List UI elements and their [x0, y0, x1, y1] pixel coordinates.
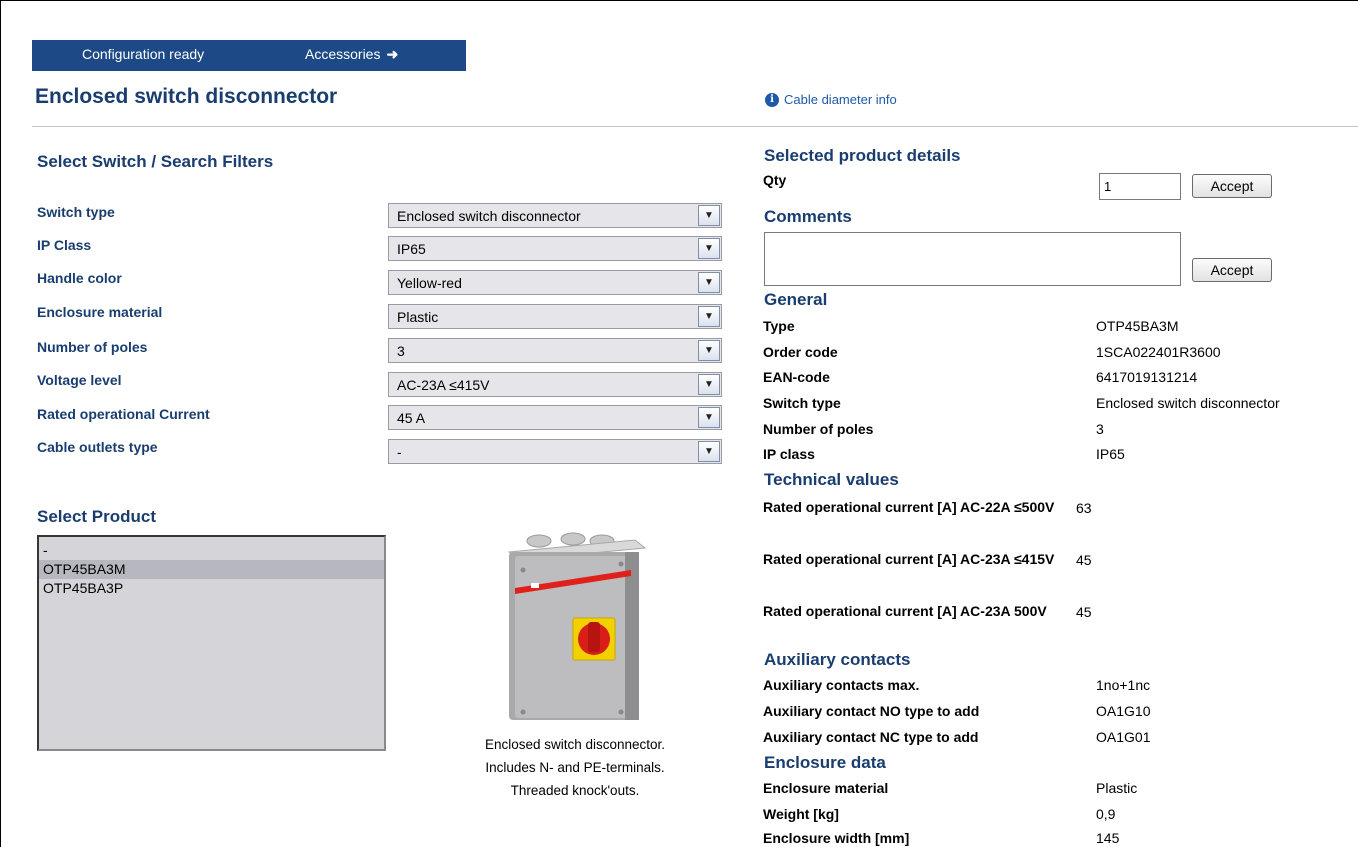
auxiliary-contacts-heading: Auxiliary contacts	[764, 650, 911, 669]
detail-label-number-of-poles: Number of poles	[763, 421, 874, 437]
detail-label-ean-code: EAN-code	[763, 369, 830, 385]
enc-value-weight: 0,9	[1096, 806, 1116, 822]
tech-label-ac23a-415: Rated operational current [A] AC-23A ≤41…	[763, 551, 1055, 567]
divider	[32, 126, 1358, 127]
detail-value-switch-type: Enclosed switch disconnector	[1096, 395, 1280, 411]
qty-label: Qty	[763, 172, 787, 188]
chevron-down-icon: ▼	[698, 441, 720, 462]
caption-line: Threaded knock'outs.	[510, 783, 640, 798]
select-product-heading: Select Product	[37, 507, 157, 526]
enc-label-weight: Weight [kg]	[763, 806, 839, 822]
list-item[interactable]: -	[39, 541, 384, 560]
switch-type-select[interactable]: Enclosed switch disconnector ▼	[388, 203, 722, 228]
chevron-down-icon: ▼	[698, 306, 720, 327]
number-of-poles-value: 3	[397, 342, 405, 359]
product-listbox[interactable]: - OTP45BA3M OTP45BA3P	[37, 535, 386, 751]
detail-value-ip-class: IP65	[1096, 446, 1125, 462]
chevron-down-icon: ▼	[698, 238, 720, 259]
switch-type-value: Enclosed switch disconnector	[397, 207, 581, 224]
aux-label-max: Auxiliary contacts max.	[763, 677, 920, 693]
list-item-selected[interactable]: OTP45BA3M	[39, 560, 384, 579]
filter-label-number-of-poles: Number of poles	[37, 339, 148, 355]
aux-label-no-type: Auxiliary contact NO type to add	[763, 703, 980, 719]
tech-value-ac22a: 63	[1076, 500, 1092, 516]
filter-label-enclosure-material: Enclosure material	[37, 304, 163, 320]
selected-product-details-heading: Selected product details	[764, 146, 961, 165]
aux-label-nc-type: Auxiliary contact NC type to add	[763, 729, 979, 745]
filter-label-switch-type: Switch type	[37, 204, 115, 220]
top-nav-bar: Configuration ready Accessories ➜	[32, 40, 466, 71]
technical-values-heading: Technical values	[764, 470, 899, 489]
ip-class-value: IP65	[397, 240, 426, 257]
list-item[interactable]: OTP45BA3P	[39, 579, 384, 598]
detail-value-number-of-poles: 3	[1096, 421, 1104, 437]
accept-comments-button[interactable]: Accept	[1192, 258, 1272, 282]
filter-label-cable-outlets: Cable outlets type	[37, 439, 158, 455]
caption-line: Includes N- and PE-terminals.	[485, 760, 665, 775]
detail-value-ean-code: 6417019131214	[1096, 369, 1198, 385]
enc-label-width: Enclosure width [mm]	[763, 830, 910, 846]
caption-line: Enclosed switch disconnector.	[484, 737, 666, 752]
aux-value-no-type: OA1G10	[1096, 703, 1151, 719]
product-image	[507, 532, 647, 720]
comments-heading: Comments	[764, 207, 852, 226]
detail-label-type: Type	[763, 318, 795, 334]
arrow-right-icon: ➜	[386, 46, 399, 62]
detail-label-ip-class: IP class	[763, 446, 815, 462]
detail-label-switch-type: Switch type	[763, 395, 841, 411]
tech-label-ac23a-500: Rated operational current [A] AC-23A 500…	[763, 603, 1047, 619]
enclosure-data-heading: Enclosure data	[764, 753, 886, 772]
detail-value-order-code: 1SCA022401R3600	[1096, 344, 1221, 360]
enc-value-width: 145	[1096, 830, 1120, 846]
cable-outlets-select[interactable]: - ▼	[388, 439, 722, 464]
tech-label-ac22a: Rated operational current [A] AC-22A ≤50…	[763, 499, 1055, 515]
tech-value-ac23a-415: 45	[1076, 552, 1092, 568]
handle-color-select[interactable]: Yellow-red ▼	[388, 270, 722, 295]
nav-accessories-label: Accessories	[305, 46, 381, 62]
general-heading: General	[764, 290, 828, 309]
rated-current-value: 45 A	[397, 409, 426, 426]
aux-value-max: 1no+1nc	[1096, 677, 1151, 693]
filter-label-rated-current: Rated operational Current	[37, 406, 210, 422]
chevron-down-icon: ▼	[698, 407, 720, 428]
enc-value-material: Plastic	[1096, 780, 1138, 796]
page-title: Enclosed switch disconnector	[35, 85, 338, 108]
detail-label-order-code: Order code	[763, 344, 838, 360]
number-of-poles-select[interactable]: 3 ▼	[388, 338, 722, 363]
voltage-level-select[interactable]: AC-23A ≤415V ▼	[388, 372, 722, 397]
tech-value-ac23a-500: 45	[1076, 604, 1092, 620]
filter-label-handle-color: Handle color	[37, 270, 122, 286]
chevron-down-icon: ▼	[698, 374, 720, 395]
rated-current-select[interactable]: 45 A ▼	[388, 405, 722, 430]
cable-outlets-value: -	[397, 443, 402, 460]
filters-heading: Select Switch / Search Filters	[37, 152, 274, 171]
cable-info-label: Cable diameter info	[784, 92, 897, 107]
product-caption: Enclosed switch disconnector. Includes N…	[438, 733, 712, 802]
handle-color-value: Yellow-red	[397, 274, 462, 291]
enclosure-material-select[interactable]: Plastic ▼	[388, 304, 722, 329]
chevron-down-icon: ▼	[698, 272, 720, 293]
accept-qty-button[interactable]: Accept	[1192, 174, 1272, 198]
ip-class-select[interactable]: IP65 ▼	[388, 236, 722, 261]
voltage-level-value: AC-23A ≤415V	[397, 376, 490, 393]
aux-value-nc-type: OA1G01	[1096, 729, 1151, 745]
nav-accessories[interactable]: Accessories ➜	[305, 46, 398, 63]
qty-input[interactable]	[1099, 173, 1181, 200]
enclosure-material-value: Plastic	[397, 308, 439, 325]
enc-label-material: Enclosure material	[763, 780, 889, 796]
comments-textarea[interactable]	[764, 232, 1181, 286]
cable-diameter-info-link[interactable]: i Cable diameter info	[765, 92, 897, 107]
detail-value-type: OTP45BA3M	[1096, 318, 1179, 334]
nav-configuration-ready[interactable]: Configuration ready	[82, 46, 204, 62]
filter-label-ip-class: IP Class	[37, 237, 92, 253]
chevron-down-icon: ▼	[698, 340, 720, 361]
filter-label-voltage-level: Voltage level	[37, 372, 122, 388]
info-circle-icon: i	[765, 92, 779, 107]
chevron-down-icon: ▼	[698, 205, 720, 226]
